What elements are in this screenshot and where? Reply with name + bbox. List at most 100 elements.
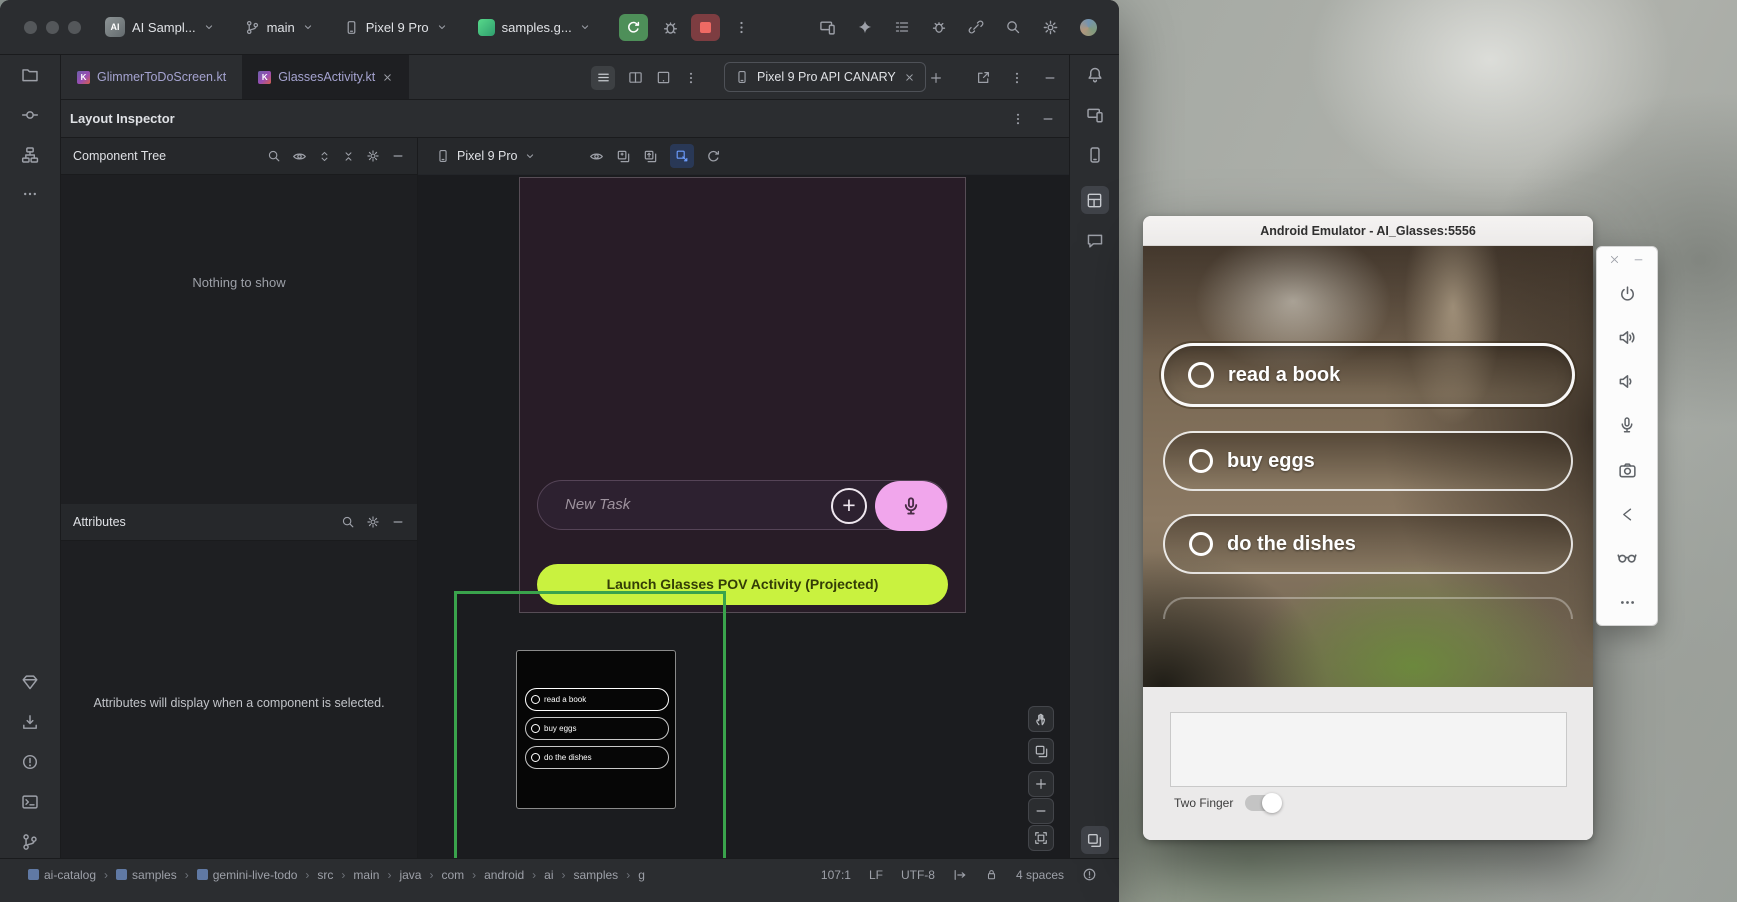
volume-down-button[interactable] [1616,370,1638,392]
caret-position[interactable]: 107:1 [821,868,851,882]
download-icon[interactable] [21,713,39,731]
canvas-device-name[interactable]: Pixel 9 Pro [457,149,517,163]
file-encoding[interactable]: UTF-8 [901,868,935,882]
breadcrumb-item[interactable]: src [317,868,333,882]
project-folder-icon[interactable] [21,66,39,84]
indent-size[interactable]: 4 spaces [1016,868,1064,882]
camera-button[interactable] [1616,459,1638,481]
back-button[interactable] [1616,503,1638,525]
more-tool-windows-icon[interactable] [22,186,38,202]
running-devices-tab[interactable]: Pixel 9 Pro API CANARY [724,62,926,92]
profile-icon[interactable] [1080,19,1097,36]
open-in-new-window-icon[interactable] [976,70,991,85]
touch-input-area[interactable] [1170,712,1567,787]
debug-button[interactable] [662,19,679,36]
eye-icon[interactable] [292,149,307,164]
toggle-visibility-eye-icon[interactable] [589,149,604,164]
refresh-icon[interactable] [706,149,721,164]
power-button[interactable] [1616,283,1638,305]
collapse-all-icon[interactable] [342,150,355,163]
minimize-icon[interactable] [1633,254,1644,265]
breadcrumb-item[interactable]: android [484,868,524,882]
zoom-in-icon[interactable] [1028,771,1054,797]
pan-hand-icon[interactable] [1028,706,1054,732]
tab-glimmertodoscreen[interactable]: K GlimmerToDoScreen.kt [61,55,242,99]
layers-icon[interactable] [1028,738,1054,764]
minimize-window-button[interactable] [46,21,59,34]
radio-circle-icon[interactable] [1188,362,1214,388]
breadcrumb-item[interactable]: samples [574,868,619,882]
attrs-settings-gear-icon[interactable] [366,515,380,529]
project-widget[interactable]: AI AI Sampl... [105,17,215,37]
emulator-camera-view[interactable]: read a book buy eggs do the dishes [1143,246,1593,687]
expand-all-icon[interactable] [318,150,331,163]
inspector-hide-icon[interactable] [1041,112,1055,126]
todo-pill[interactable]: buy eggs [1163,431,1573,491]
split-view-toggle[interactable] [628,70,643,85]
snapshot-icon[interactable] [616,149,631,164]
zoom-window-button[interactable] [68,21,81,34]
todo-pill[interactable]: read a book [1161,343,1575,407]
gemini-icon[interactable] [857,19,873,35]
close-window-button[interactable] [24,21,37,34]
microphone-button[interactable] [1616,414,1638,436]
lock-icon[interactable] [985,868,998,881]
more-options-button[interactable] [1616,591,1638,613]
terminal-icon[interactable] [21,793,39,811]
code-view-toggle[interactable] [591,66,615,90]
tab-glassesactivity[interactable]: K GlassesActivity.kt [242,55,409,99]
radio-circle-icon[interactable] [1189,532,1213,556]
phone-screen-mirror[interactable]: New Task + Launch Glasses POV Activity (… [519,177,966,613]
search-icon[interactable] [1005,19,1021,35]
running-devices-icon[interactable] [1086,106,1104,124]
hide-panel-icon[interactable] [1043,71,1057,85]
glasses-button[interactable] [1616,546,1638,568]
tree-settings-gear-icon[interactable] [366,149,380,163]
version-control-icon[interactable] [21,833,39,851]
zoom-to-fit-icon[interactable] [1028,825,1054,851]
breadcrumb-item[interactable]: main [353,868,379,882]
attrs-hide-icon[interactable] [391,515,405,529]
panel-kebab-icon[interactable] [1010,71,1024,85]
indent-tab-icon[interactable] [953,868,967,882]
editor-kebab-icon[interactable] [684,71,698,85]
layout-inspector-tool-button[interactable] [1081,186,1109,214]
link-icon[interactable] [968,19,984,35]
new-task-input[interactable]: New Task + [537,480,948,530]
breadcrumb-item[interactable]: com [441,868,464,882]
breadcrumb-item[interactable]: ai [544,868,553,882]
commit-icon[interactable] [21,106,39,124]
breadcrumb-item[interactable]: gemini-live-todo [197,868,298,882]
breadcrumb-item[interactable]: samples [116,868,177,882]
two-finger-toggle[interactable] [1245,795,1280,811]
voice-input-button[interactable] [875,481,947,531]
add-task-button[interactable]: + [831,488,867,524]
glasses-display-mirror[interactable]: read a book buy eggs do the dishes [516,650,676,809]
inspector-kebab-icon[interactable] [1011,112,1025,126]
inspections-status-icon[interactable] [1082,867,1097,882]
breadcrumb-item[interactable]: java [399,868,421,882]
line-separator[interactable]: LF [869,868,883,882]
breadcrumb-item[interactable]: g [638,868,645,882]
close-tab-icon[interactable] [382,72,393,83]
run-configuration-selector[interactable]: samples.g... [478,19,591,36]
assistant-chat-icon[interactable] [1086,232,1104,250]
tree-hide-icon[interactable] [391,149,405,163]
emulator-titlebar[interactable]: Android Emulator - AI_Glasses:5556 [1143,216,1593,246]
device-explorer-icon[interactable] [1086,146,1104,164]
breadcrumb-item[interactable]: ai-catalog [28,868,96,882]
todo-list-icon[interactable] [894,19,910,35]
target-device-selector[interactable]: Pixel 9 Pro [344,20,448,35]
search-icon[interactable] [341,515,355,529]
zoom-out-icon[interactable] [1028,798,1054,824]
search-icon[interactable] [267,149,281,163]
vcs-branch-widget[interactable]: main [245,20,314,35]
design-view-toggle[interactable] [656,70,671,85]
radio-circle-icon[interactable] [1189,449,1213,473]
emulator-tool-button[interactable] [1081,826,1109,854]
more-actions-kebab[interactable] [734,20,749,35]
structure-icon[interactable] [21,146,39,164]
close-device-tab-icon[interactable] [904,72,915,83]
settings-gear-icon[interactable] [1042,19,1059,36]
todo-pill[interactable]: do the dishes [1163,514,1573,574]
